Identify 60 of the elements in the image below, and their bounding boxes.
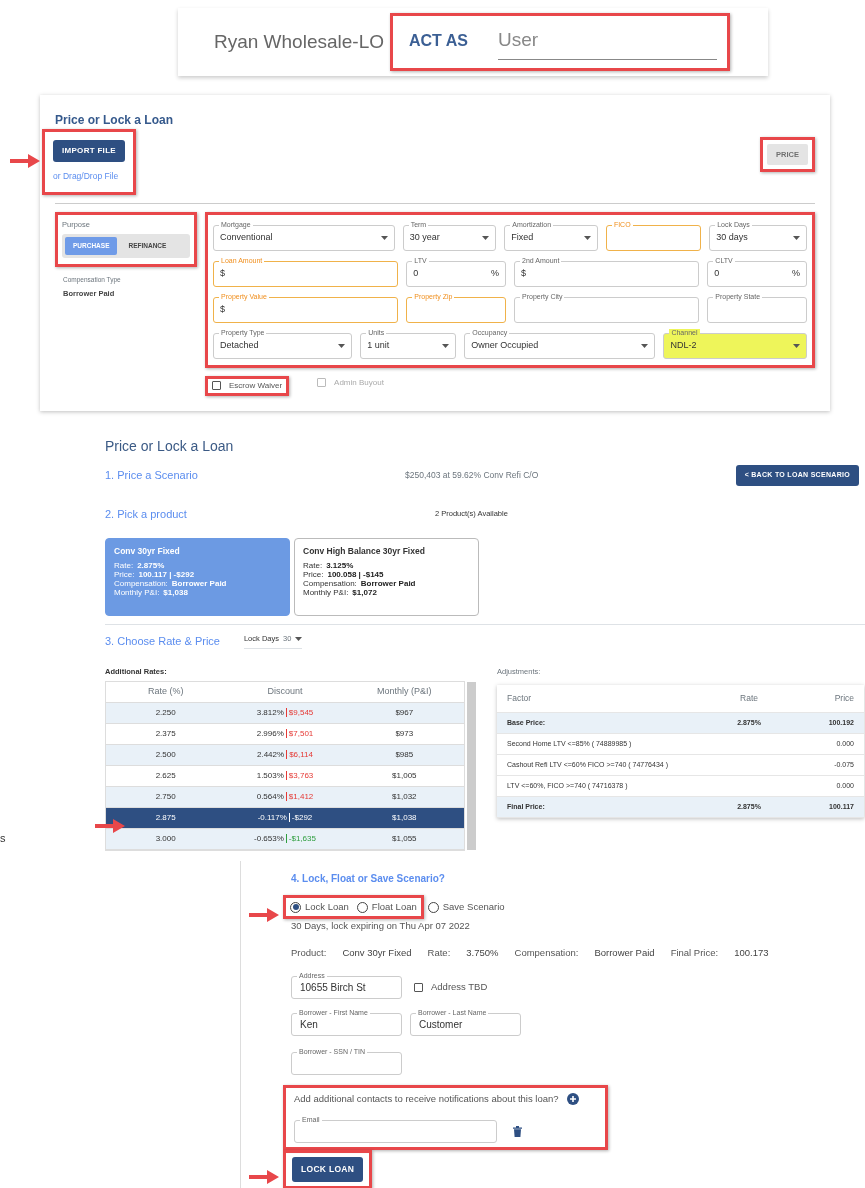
caret-icon <box>442 343 450 348</box>
caret-icon <box>583 235 591 240</box>
pricing-title: Price or Lock a Loan <box>105 437 235 456</box>
rate-row[interactable]: 2.250 3.812% $9,545 $967 <box>106 702 464 724</box>
discount-amount: $6,114 <box>286 749 313 759</box>
checkbox[interactable]: Escrow Waiver <box>212 379 283 392</box>
checkbox[interactable]: Address TBD <box>414 980 488 995</box>
caret-icon <box>793 235 800 240</box>
step-heading: 1. Price a Scenario <box>105 468 199 483</box>
radio-option[interactable]: Lock Loan <box>290 900 349 915</box>
lock-expiry-text: 30 Days, lock expiring on Thu Apr 07 2022 <box>291 919 471 934</box>
caret-icon <box>380 235 388 240</box>
rate-row[interactable]: 2.625 1.503% $3,763 $1,005 <box>106 765 464 787</box>
discount-amount: -$292 <box>288 812 313 822</box>
rate-row[interactable]: 3.000 -0.653% -$1,635 $1,055 <box>106 828 464 850</box>
contacts-prompt: Add additional contacts to receive notifications about this loan? <box>294 1091 559 1106</box>
trash-icon <box>513 1126 522 1137</box>
column-header: Factor <box>507 691 533 705</box>
summary-label: Product: <box>291 945 327 960</box>
form-title: Price or Lock a Loan <box>55 112 175 129</box>
caret-icon <box>641 343 649 348</box>
summary-label: Rate: <box>427 945 451 960</box>
scenario-summary: $250,403 at 59.62% Conv Refi C/O <box>405 468 539 482</box>
column-header: Discount <box>266 685 304 698</box>
caret-icon <box>793 343 800 348</box>
column-header: Price <box>833 691 854 705</box>
step-heading: 2. Pick a product <box>105 506 188 522</box>
column-header: Rate <box>739 691 759 705</box>
column-header: Rate (%) <box>146 685 185 698</box>
summary-label: Final Price: <box>670 945 719 960</box>
scrollbar[interactable] <box>467 681 476 850</box>
caret-icon <box>338 343 346 348</box>
user-name: Ryan Wholesale-LO <box>213 29 384 54</box>
add-icon <box>566 1092 579 1105</box>
summary-value: Conv 30yr Fixed <box>342 945 412 960</box>
radio-option[interactable]: Save Scenario <box>427 900 505 915</box>
lock-loan-button[interactable]: LOCK LOAN <box>292 1157 364 1182</box>
summary-value: Borrower Paid <box>594 945 655 960</box>
discount-amount: $1,412 <box>285 791 314 801</box>
step-heading: 4. Lock, Float or Save Scenario? <box>291 872 446 886</box>
rate-row[interactable]: 2.375 2.996% $7,501 $973 <box>106 723 464 745</box>
caret-icon <box>482 235 490 240</box>
cut-off-text: s <box>0 831 6 846</box>
caret-icon <box>295 636 303 641</box>
product-card[interactable]: Conv High Balance 30yr Fixed Rate: 3.125% Price: 100.058 | -$145 Compensation: Borrower Paid Monthly P&I: $1,072 <box>294 538 479 616</box>
user-field[interactable]: User <box>497 22 717 60</box>
discount-amount: $7,501 <box>285 728 314 738</box>
discount-amount: $3,763 <box>285 770 314 780</box>
column-header: Monthly (P&I) <box>376 685 433 698</box>
step-heading: 3. Choose Rate & Price <box>105 634 220 649</box>
rate-row[interactable]: 2.750 0.564% $1,412 $1,032 <box>106 786 464 808</box>
summary-value: 100.173 <box>734 945 769 960</box>
rate-row[interactable]: 2.500 2.442% $6,114 $985 <box>106 744 464 766</box>
summary-label: Compensation: <box>514 945 579 960</box>
summary-value: 3.750% <box>466 945 499 960</box>
radio-option[interactable]: Float Loan <box>356 900 417 915</box>
discount-amount: -$1,635 <box>285 833 316 843</box>
act-as-button[interactable]: ACT AS <box>409 29 468 53</box>
import-file-button[interactable]: IMPORT FILE <box>53 140 125 162</box>
discount-amount: $9,545 <box>285 707 314 717</box>
